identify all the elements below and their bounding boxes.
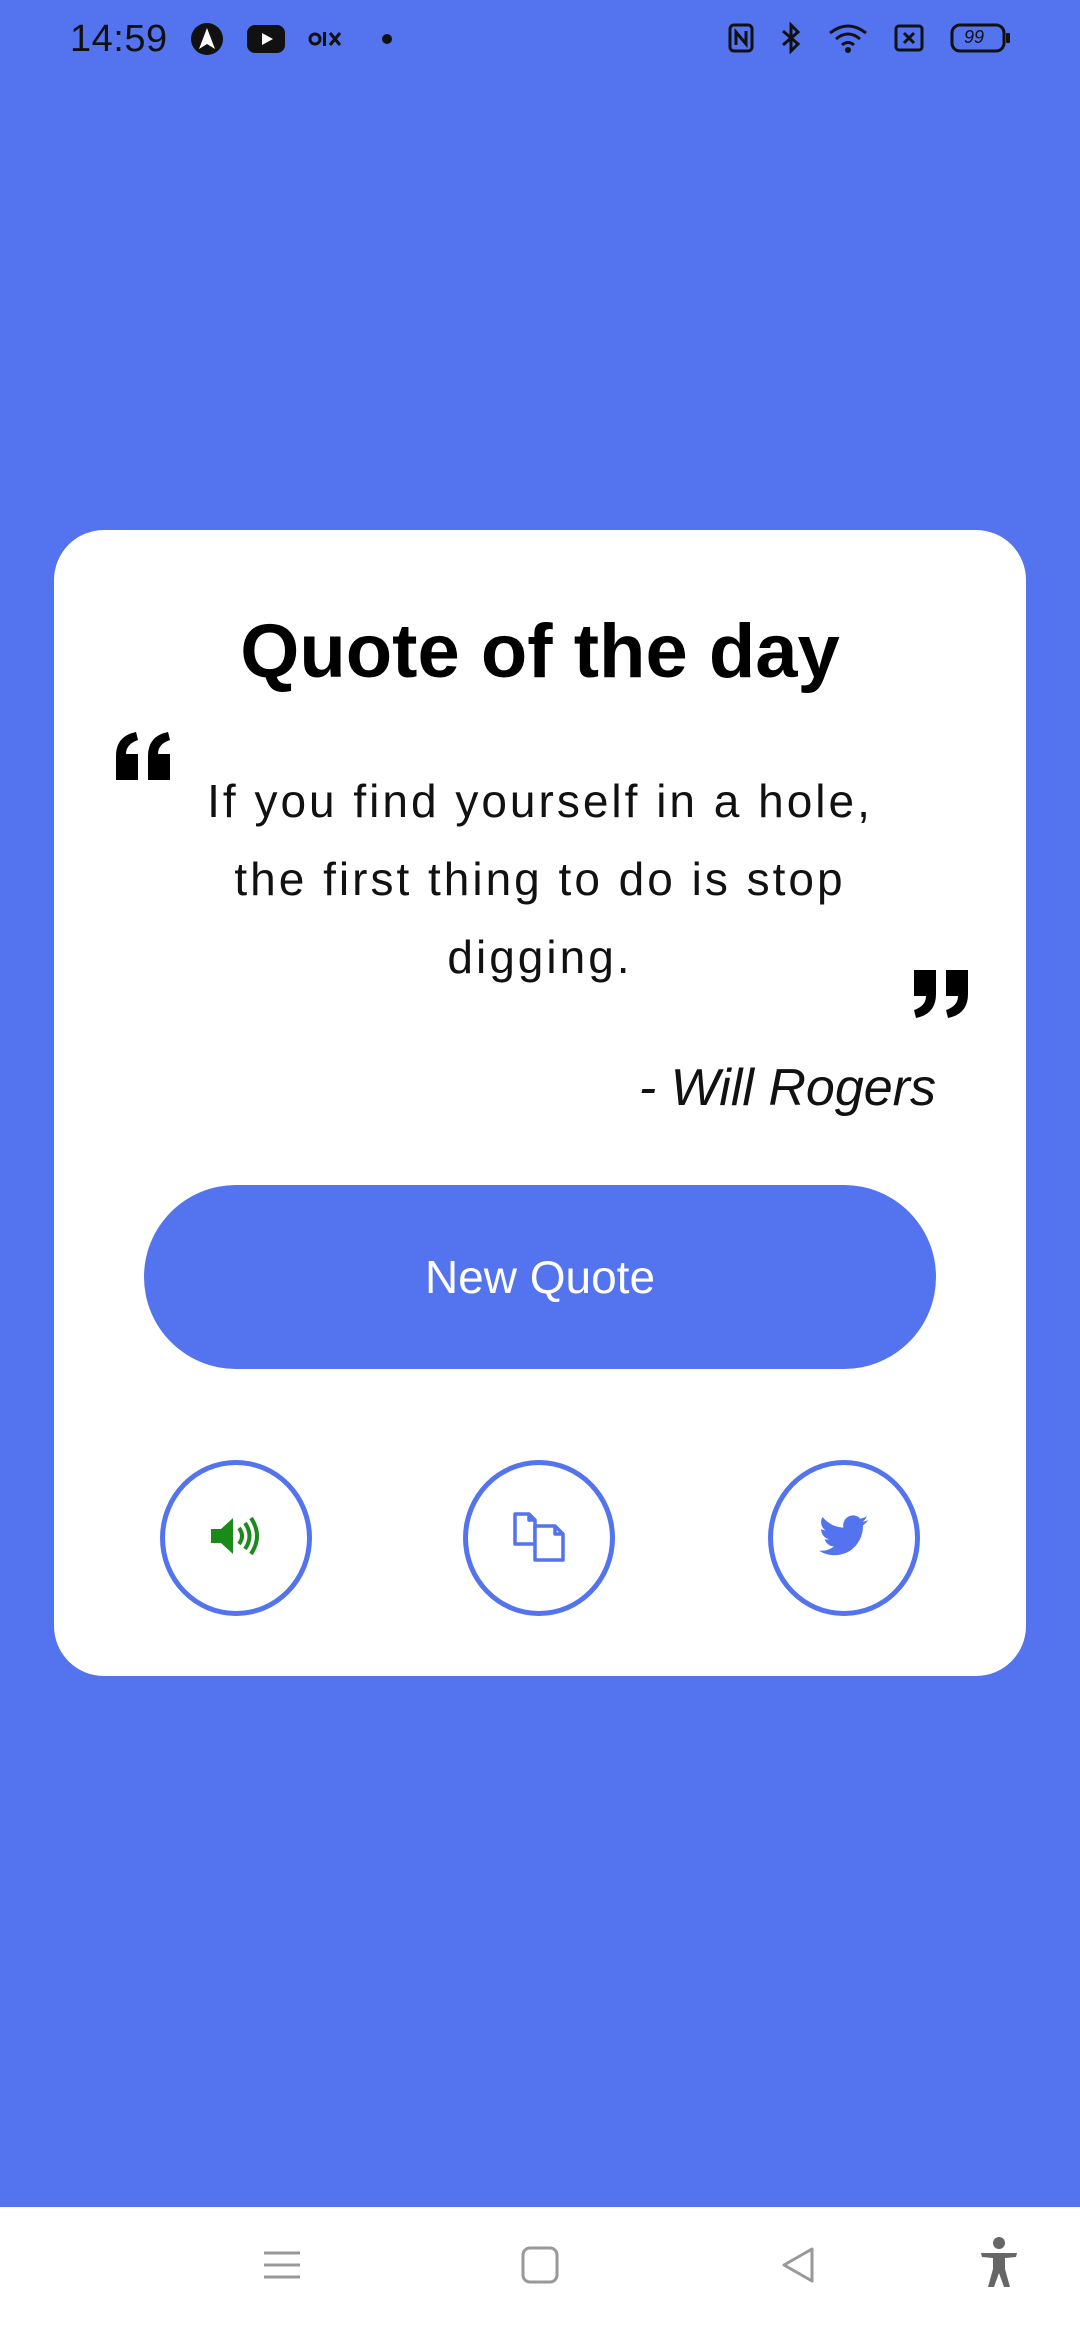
twitter-icon bbox=[819, 1514, 869, 1562]
home-icon[interactable] bbox=[520, 2245, 560, 2285]
quote-card: Quote of the day If you find yourself in… bbox=[54, 530, 1026, 1676]
battery-icon: 99 bbox=[950, 23, 1012, 53]
battery-level: 99 bbox=[964, 27, 985, 47]
speaker-icon bbox=[209, 1514, 263, 1563]
back-icon[interactable] bbox=[778, 2245, 818, 2285]
copy-icon bbox=[511, 1508, 567, 1569]
quote-text: If you find yourself in a hole, the firs… bbox=[207, 775, 873, 983]
bluetooth-icon bbox=[780, 22, 802, 54]
status-left-icons bbox=[190, 22, 392, 56]
youtube-icon bbox=[246, 24, 286, 54]
wifi-icon bbox=[828, 23, 868, 53]
page-title: Quote of the day bbox=[240, 609, 840, 694]
nfc-icon bbox=[728, 23, 754, 53]
menu-icon[interactable] bbox=[262, 2245, 302, 2285]
tweet-button[interactable] bbox=[768, 1460, 920, 1616]
accessibility-icon[interactable] bbox=[978, 2237, 1020, 2289]
status-right-icons: 99 bbox=[728, 22, 1012, 54]
no-sim-icon bbox=[894, 23, 924, 53]
status-bar: 14:59 99 bbox=[0, 0, 1080, 84]
quote-author: - Will Rogers bbox=[638, 1059, 936, 1117]
navigation-app-icon bbox=[190, 22, 224, 56]
status-time: 14:59 bbox=[70, 18, 168, 60]
navigation-bar bbox=[0, 2207, 1080, 2340]
new-quote-button[interactable]: New Quote bbox=[144, 1185, 936, 1369]
speak-button[interactable] bbox=[160, 1460, 312, 1616]
copy-button[interactable] bbox=[463, 1460, 615, 1616]
close-quote-icon bbox=[908, 966, 972, 1022]
notification-dot-icon bbox=[382, 34, 392, 44]
olx-icon bbox=[308, 29, 342, 49]
